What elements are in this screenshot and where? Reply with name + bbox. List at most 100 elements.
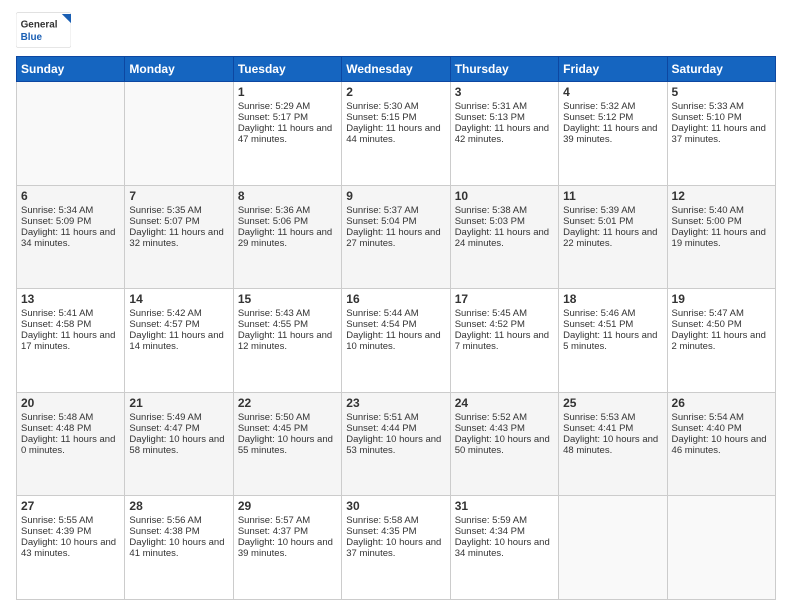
calendar-cell: 1Sunrise: 5:29 AMSunset: 5:17 PMDaylight… (233, 82, 341, 186)
day-info: Daylight: 11 hours and 44 minutes. (346, 123, 445, 145)
day-info: Daylight: 10 hours and 48 minutes. (563, 434, 662, 456)
day-number: 24 (455, 396, 554, 410)
week-row-5: 27Sunrise: 5:55 AMSunset: 4:39 PMDayligh… (17, 496, 776, 600)
day-number: 26 (672, 396, 771, 410)
day-number: 28 (129, 499, 228, 513)
calendar-cell: 23Sunrise: 5:51 AMSunset: 4:44 PMDayligh… (342, 392, 450, 496)
day-info: Sunset: 4:54 PM (346, 319, 445, 330)
day-number: 13 (21, 292, 120, 306)
day-number: 8 (238, 189, 337, 203)
day-info: Sunset: 4:39 PM (21, 526, 120, 537)
calendar-cell (125, 82, 233, 186)
day-number: 6 (21, 189, 120, 203)
week-row-4: 20Sunrise: 5:48 AMSunset: 4:48 PMDayligh… (17, 392, 776, 496)
day-info: Sunset: 4:40 PM (672, 423, 771, 434)
day-info: Sunrise: 5:43 AM (238, 308, 337, 319)
day-info: Sunset: 4:48 PM (21, 423, 120, 434)
day-number: 25 (563, 396, 662, 410)
calendar-cell: 8Sunrise: 5:36 AMSunset: 5:06 PMDaylight… (233, 185, 341, 289)
day-info: Sunrise: 5:39 AM (563, 205, 662, 216)
day-info: Sunset: 4:47 PM (129, 423, 228, 434)
day-number: 18 (563, 292, 662, 306)
day-info: Sunset: 4:35 PM (346, 526, 445, 537)
day-info: Sunrise: 5:36 AM (238, 205, 337, 216)
day-info: Daylight: 11 hours and 24 minutes. (455, 227, 554, 249)
calendar-cell: 22Sunrise: 5:50 AMSunset: 4:45 PMDayligh… (233, 392, 341, 496)
day-info: Sunrise: 5:32 AM (563, 101, 662, 112)
calendar-cell: 13 Sunrise: 5:41 AMSunset: 4:58 PMDayligh… (17, 289, 125, 393)
day-info: Daylight: 11 hours and 14 minutes. (129, 330, 228, 352)
calendar-cell: 31Sunrise: 5:59 AMSunset: 4:34 PMDayligh… (450, 496, 558, 600)
calendar-cell: 29Sunrise: 5:57 AMSunset: 4:37 PMDayligh… (233, 496, 341, 600)
day-info: Daylight: 10 hours and 50 minutes. (455, 434, 554, 456)
day-number: 3 (455, 85, 554, 99)
day-info: Sunrise: 5:41 AM (21, 308, 120, 319)
day-number: 22 (238, 396, 337, 410)
calendar-cell: 27Sunrise: 5:55 AMSunset: 4:39 PMDayligh… (17, 496, 125, 600)
day-info: Sunset: 4:41 PM (563, 423, 662, 434)
day-info: Daylight: 10 hours and 58 minutes. (129, 434, 228, 456)
calendar-cell: 4Sunrise: 5:32 AMSunset: 5:12 PMDaylight… (559, 82, 667, 186)
day-info: Sunrise: 5:45 AM (455, 308, 554, 319)
day-info: Sunset: 4:44 PM (346, 423, 445, 434)
calendar-body: 1Sunrise: 5:29 AMSunset: 5:17 PMDaylight… (17, 82, 776, 600)
svg-text:General: General (21, 20, 58, 31)
calendar-cell (667, 496, 775, 600)
week-row-1: 1Sunrise: 5:29 AMSunset: 5:17 PMDaylight… (17, 82, 776, 186)
day-info: Sunset: 4:58 PM (21, 319, 120, 330)
calendar-cell: 2Sunrise: 5:30 AMSunset: 5:15 PMDaylight… (342, 82, 450, 186)
day-info: Sunset: 4:55 PM (238, 319, 337, 330)
day-info: Daylight: 11 hours and 29 minutes. (238, 227, 337, 249)
day-number: 29 (238, 499, 337, 513)
day-info: Sunset: 4:43 PM (455, 423, 554, 434)
weekday-header-friday: Friday (559, 57, 667, 82)
day-number: 9 (346, 189, 445, 203)
calendar-cell: 24Sunrise: 5:52 AMSunset: 4:43 PMDayligh… (450, 392, 558, 496)
day-number: 7 (129, 189, 228, 203)
day-info: Daylight: 10 hours and 37 minutes. (346, 537, 445, 559)
day-info: Daylight: 11 hours and 0 minutes. (21, 434, 120, 456)
day-info: Sunset: 4:51 PM (563, 319, 662, 330)
day-info: Sunset: 4:45 PM (238, 423, 337, 434)
day-info: Sunrise: 5:44 AM (346, 308, 445, 319)
day-number: 20 (21, 396, 120, 410)
day-info: Sunrise: 5:57 AM (238, 515, 337, 526)
calendar-cell: 19Sunrise: 5:47 AMSunset: 4:50 PMDayligh… (667, 289, 775, 393)
day-info: Sunrise: 5:55 AM (21, 515, 120, 526)
day-info: Sunset: 4:57 PM (129, 319, 228, 330)
calendar-table: SundayMondayTuesdayWednesdayThursdayFrid… (16, 56, 776, 600)
day-info: Daylight: 11 hours and 19 minutes. (672, 227, 771, 249)
day-number: 17 (455, 292, 554, 306)
day-info: Sunrise: 5:46 AM (563, 308, 662, 319)
day-number: 21 (129, 396, 228, 410)
day-info: Daylight: 10 hours and 53 minutes. (346, 434, 445, 456)
day-info: Daylight: 11 hours and 47 minutes. (238, 123, 337, 145)
calendar-header: SundayMondayTuesdayWednesdayThursdayFrid… (17, 57, 776, 82)
weekday-header-tuesday: Tuesday (233, 57, 341, 82)
day-info: Daylight: 11 hours and 42 minutes. (455, 123, 554, 145)
day-info: Sunset: 5:15 PM (346, 112, 445, 123)
calendar-cell: 21Sunrise: 5:49 AMSunset: 4:47 PMDayligh… (125, 392, 233, 496)
day-info: Daylight: 11 hours and 32 minutes. (129, 227, 228, 249)
weekday-header-wednesday: Wednesday (342, 57, 450, 82)
calendar-cell: 25Sunrise: 5:53 AMSunset: 4:41 PMDayligh… (559, 392, 667, 496)
day-info: Daylight: 11 hours and 34 minutes. (21, 227, 120, 249)
day-info: Daylight: 11 hours and 39 minutes. (563, 123, 662, 145)
calendar-cell: 18Sunrise: 5:46 AMSunset: 4:51 PMDayligh… (559, 289, 667, 393)
day-info: Daylight: 11 hours and 2 minutes. (672, 330, 771, 352)
day-number: 5 (672, 85, 771, 99)
day-number: 14 (129, 292, 228, 306)
day-number: 19 (672, 292, 771, 306)
week-row-2: 6Sunrise: 5:34 AMSunset: 5:09 PMDaylight… (17, 185, 776, 289)
day-info: Daylight: 10 hours and 34 minutes. (455, 537, 554, 559)
day-info: Sunrise: 5:47 AM (672, 308, 771, 319)
day-number: 31 (455, 499, 554, 513)
day-number: 2 (346, 85, 445, 99)
day-info: Sunset: 4:38 PM (129, 526, 228, 537)
day-info: Sunrise: 5:34 AM (21, 205, 120, 216)
day-info: Sunrise: 5:37 AM (346, 205, 445, 216)
calendar-cell: 7Sunrise: 5:35 AMSunset: 5:07 PMDaylight… (125, 185, 233, 289)
day-info: Daylight: 11 hours and 17 minutes. (21, 330, 120, 352)
weekday-header-monday: Monday (125, 57, 233, 82)
calendar-cell: 15Sunrise: 5:43 AMSunset: 4:55 PMDayligh… (233, 289, 341, 393)
